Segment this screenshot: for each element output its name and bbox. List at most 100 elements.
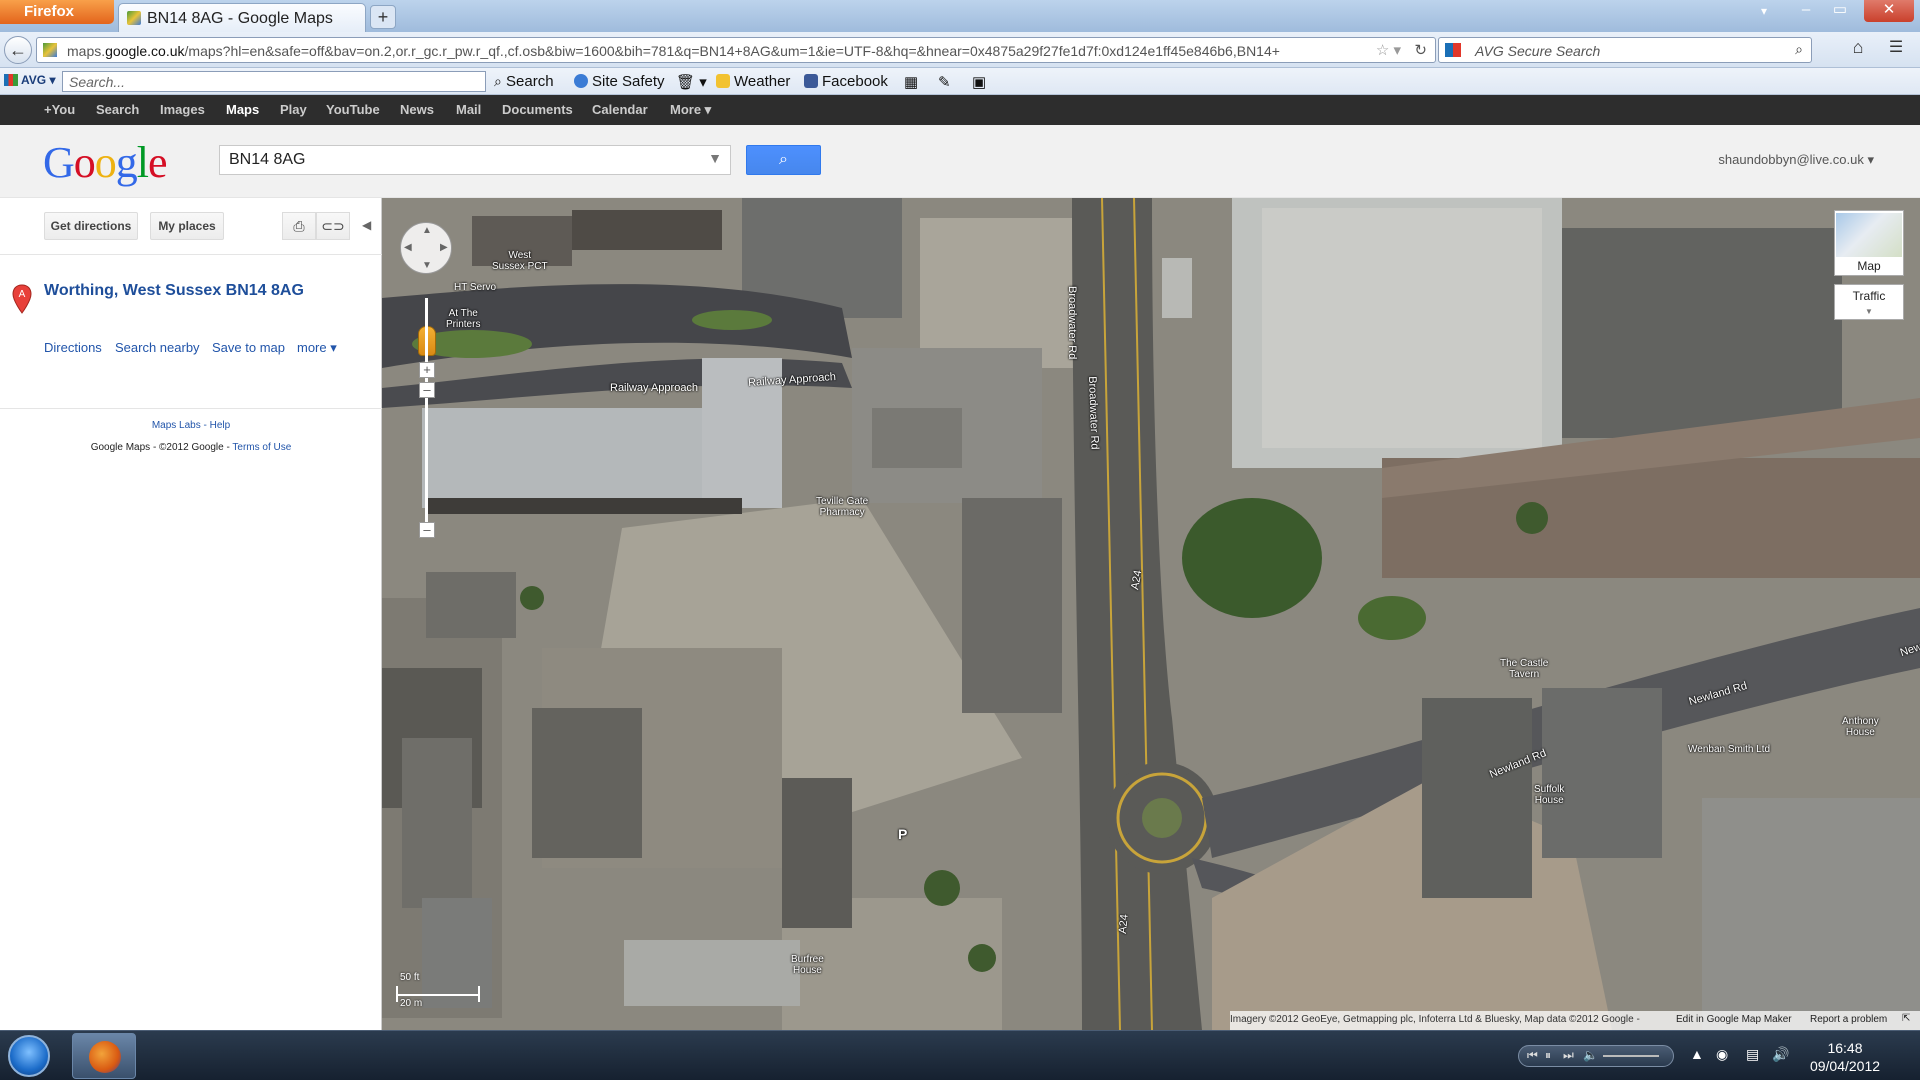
edit-in-map-maker-link[interactable]: Edit in Google Map Maker	[1676, 1014, 1792, 1025]
zoom-rail[interactable]	[425, 298, 428, 538]
taskbar-firefox-button[interactable]	[72, 1033, 136, 1079]
trash-icon[interactable]: 🗑 ▾	[676, 73, 707, 91]
map-label-burfree-house[interactable]: Burfree House	[791, 954, 824, 976]
map-label-at-the-printers[interactable]: At The Printers	[446, 308, 480, 330]
gbar-item-news[interactable]: News	[400, 102, 434, 117]
expand-attribution-icon[interactable]: ⇱	[1902, 1013, 1910, 1024]
reload-icon[interactable]: ↻	[1414, 41, 1427, 59]
tray-app-icon[interactable]: ◉	[1716, 1046, 1728, 1063]
media-player-controls[interactable]: ⏮ ⏸ ⏭ 🔈	[1518, 1045, 1674, 1067]
firefox-menu-button[interactable]: Firefox	[0, 0, 114, 24]
report-problem-link[interactable]: Report a problem	[1810, 1014, 1887, 1025]
gbar-item-search[interactable]: Search	[96, 102, 139, 117]
new-tab-button[interactable]: +	[370, 5, 396, 29]
google-logo[interactable]: Google	[43, 137, 168, 188]
site-safety-button[interactable]: Site Safety	[574, 73, 665, 90]
next-icon[interactable]: ⏭	[1563, 1048, 1574, 1063]
maps-labs-link[interactable]: Maps Labs - Help	[0, 420, 382, 431]
avg-search-input[interactable]: Search...	[62, 71, 486, 92]
pan-up-icon[interactable]: ▲	[422, 225, 432, 236]
back-button[interactable]: ←	[4, 36, 32, 64]
my-places-button[interactable]: My places	[150, 212, 224, 240]
browser-search-bar[interactable]: AVG Secure Search ⌕	[1438, 37, 1812, 63]
result-title[interactable]: Worthing, West Sussex BN14 8AG	[44, 282, 304, 300]
browser-search-input[interactable]: AVG Secure Search	[1475, 43, 1600, 59]
parking-icon[interactable]: P	[898, 826, 907, 842]
pan-control[interactable]: ▲ ▼ ◀ ▶	[400, 222, 452, 274]
facebook-button[interactable]: Facebook	[804, 73, 888, 90]
volume-icon[interactable]: 🔈	[1583, 1048, 1598, 1062]
chevron-down-icon[interactable]: ▼	[708, 150, 722, 166]
map-label-castle-tavern[interactable]: The Castle Tavern	[1500, 658, 1548, 680]
volume-slider[interactable]	[1603, 1055, 1659, 1057]
map-label-teville-gate-pharmacy[interactable]: Teville Gate Pharmacy	[816, 496, 868, 518]
network-icon[interactable]: ▤	[1746, 1046, 1759, 1063]
url-bar[interactable]: maps.google.co.uk/maps?hl=en&safe=off&ba…	[36, 37, 1436, 63]
gbar-item-maps[interactable]: Maps	[226, 102, 259, 117]
browser-tab[interactable]: BN14 8AG - Google Maps	[118, 3, 366, 32]
map-label-broadwater-rd-2[interactable]: Broadwater Rd	[1086, 376, 1101, 450]
show-hidden-icons-icon[interactable]: ▲	[1690, 1046, 1704, 1062]
map-label-ht-servo[interactable]: HT Servo	[454, 282, 496, 293]
save-to-map-link[interactable]: Save to map	[212, 340, 285, 355]
tab-list-icon[interactable]: ▾	[1752, 4, 1776, 24]
map-label-railway-approach-1[interactable]: Railway Approach	[610, 382, 698, 394]
pause-icon[interactable]: ⏸	[1545, 1048, 1551, 1063]
zoom-in-icon[interactable]: +	[419, 362, 435, 378]
bookmarks-menu-icon[interactable]: ☰	[1880, 37, 1912, 63]
gbar-item-images[interactable]: Images	[160, 102, 205, 117]
link-icon[interactable]: ⊂⊃	[316, 212, 350, 240]
gbar-item-youtube[interactable]: YouTube	[326, 102, 380, 117]
minimize-icon[interactable]: –	[1788, 0, 1824, 22]
gbar-item-documents[interactable]: Documents	[502, 102, 573, 117]
more-link[interactable]: more ▾	[297, 340, 337, 356]
pan-right-icon[interactable]: ▶	[440, 242, 448, 253]
traffic-layer-button[interactable]: Traffic ▼	[1834, 284, 1904, 320]
gbar-item-you[interactable]: +You	[44, 102, 75, 117]
gbar-item-more[interactable]: More ▾	[670, 102, 711, 118]
close-window-icon[interactable]: ✕	[1864, 0, 1914, 22]
home-icon[interactable]: ⌂	[1844, 37, 1872, 63]
maps-search-input[interactable]: BN14 8AG ▼	[219, 145, 731, 175]
map-label-suffolk-house[interactable]: Suffolk House	[1534, 784, 1564, 806]
search-nearby-link[interactable]: Search nearby	[115, 340, 200, 355]
gbar-item-calendar[interactable]: Calendar	[592, 102, 648, 117]
pan-left-icon[interactable]: ◀	[404, 242, 412, 253]
zoom-out-icon[interactable]: –	[419, 522, 435, 538]
gbar-item-mail[interactable]: Mail	[456, 102, 481, 117]
bookmark-star-icon[interactable]: ☆ ▾	[1376, 41, 1401, 59]
map-label-wenban-smith[interactable]: Wenban Smith Ltd	[1688, 744, 1770, 755]
pan-down-icon[interactable]: ▼	[422, 260, 432, 271]
zoom-slider[interactable]: + – –	[419, 298, 435, 538]
result-marker-icon[interactable]: A	[12, 284, 32, 314]
map-label-west-sussex-pct[interactable]: West Sussex PCT	[492, 250, 548, 272]
maps-search-button[interactable]: ⌕	[746, 145, 821, 175]
windows-start-icon[interactable]	[8, 1035, 50, 1077]
map-label-broadwater-rd-1[interactable]: Broadwater Rd	[1066, 286, 1078, 359]
previous-icon[interactable]: ⏮	[1527, 1048, 1538, 1063]
print-icon[interactable]: ⎙	[282, 212, 316, 240]
map-label-a24-bottom[interactable]: A24	[1117, 914, 1131, 935]
url-text[interactable]: maps.google.co.uk/maps?hl=en&safe=off&ba…	[67, 43, 1407, 59]
zoom-thumb[interactable]: –	[419, 382, 435, 398]
system-clock[interactable]: 16:48 09/04/2012	[1790, 1039, 1900, 1075]
account-menu[interactable]: shaundobbyn@live.co.uk ▾	[1718, 152, 1874, 168]
collapse-panel-icon[interactable]: ◀	[362, 218, 371, 232]
avg-search-button[interactable]: ⌕ Search	[494, 73, 554, 90]
satellite-imagery[interactable]	[382, 198, 1920, 1030]
weather-button[interactable]: Weather	[716, 73, 790, 90]
avg-logo[interactable]: AVG ▾	[4, 73, 55, 87]
avg-engine-icon[interactable]	[1445, 43, 1461, 57]
satellite-map[interactable]: West Sussex PCT HT Servo At The Printers R…	[382, 198, 1920, 1030]
map-label-anthony-house[interactable]: Anthony House	[1842, 716, 1879, 738]
speaker-icon[interactable]: 🔊	[1772, 1046, 1789, 1063]
notepad-icon[interactable]: ✎	[938, 73, 951, 91]
get-directions-button[interactable]: Get directions	[44, 212, 138, 240]
calculator-icon[interactable]: ▦	[904, 73, 918, 91]
gbar-item-play[interactable]: Play	[280, 102, 307, 117]
directions-link[interactable]: Directions	[44, 340, 102, 355]
map-type-button[interactable]: Map	[1834, 210, 1904, 276]
maximize-icon[interactable]: ▭	[1822, 0, 1858, 22]
search-icon[interactable]: ⌕	[1795, 41, 1803, 58]
site-identity-icon[interactable]	[43, 43, 57, 57]
